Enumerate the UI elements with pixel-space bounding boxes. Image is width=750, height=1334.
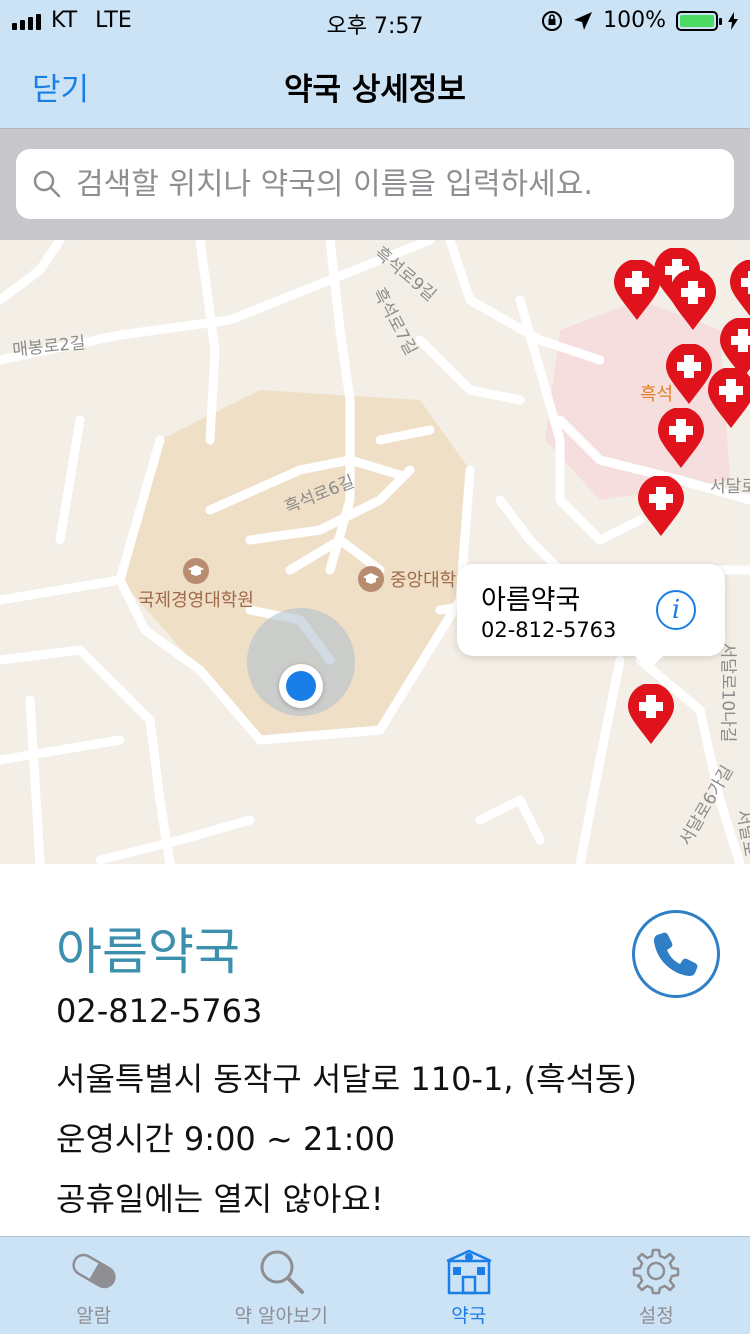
phone-icon xyxy=(654,932,698,976)
tab-drug-search[interactable]: 약 알아보기 xyxy=(188,1237,376,1334)
rotation-lock-icon xyxy=(542,10,563,31)
search-box[interactable] xyxy=(16,149,734,219)
poi-university[interactable]: 중앙대학 xyxy=(358,566,456,592)
call-button[interactable] xyxy=(632,910,720,998)
tab-label: 약 알아보기 xyxy=(234,1305,328,1327)
pharmacy-holiday-note: 공휴일에는 열지 않아요! xyxy=(56,1180,384,1218)
pharmacy-phone[interactable]: 02-812-5763 xyxy=(56,992,262,1030)
search-input[interactable] xyxy=(74,165,698,203)
pharmacy-name: 아름약국 xyxy=(56,923,240,981)
pharmacy-pin-icon[interactable] xyxy=(706,368,750,430)
poi-name: 국제경영대학원 xyxy=(138,590,254,611)
tab-label: 약국 xyxy=(451,1305,487,1327)
map-roads xyxy=(0,240,750,864)
gear-icon xyxy=(633,1248,680,1295)
info-icon[interactable]: i xyxy=(656,590,696,630)
battery-percent: 100% xyxy=(603,8,666,33)
callout-name: 아름약국 xyxy=(481,585,581,616)
tab-bar: 알람 약 알아보기 약국 설정 xyxy=(0,1236,750,1334)
road-label: 서달로 xyxy=(710,477,750,497)
status-bar: KT LTE 오후 7:57 100% xyxy=(0,0,750,40)
graduation-cap-icon xyxy=(358,566,384,592)
tab-alarm[interactable]: 알람 xyxy=(0,1237,188,1334)
tab-label: 알람 xyxy=(76,1305,112,1327)
charging-icon xyxy=(728,11,738,30)
pharmacy-details: 아름약국 02-812-5763 서울특별시 동작구 서달로 110-1, (흑… xyxy=(0,864,750,1236)
poi-name: 중앙대학 xyxy=(390,570,457,591)
user-location-dot xyxy=(279,664,323,708)
map-view[interactable]: 매봉로2길 흑석로9길 흑석로7길 흑석로6길 서달로 서달로10나길 서달로6… xyxy=(0,240,750,864)
top-bar: KT LTE 오후 7:57 100% 닫기 약국 상세정보 xyxy=(0,0,750,128)
callout-phone: 02-812-5763 xyxy=(481,618,617,642)
pharmacy-icon xyxy=(446,1249,492,1295)
pill-icon xyxy=(72,1253,116,1289)
graduation-cap-icon xyxy=(182,558,209,584)
selected-pharmacy-pin-icon[interactable] xyxy=(626,684,676,746)
pharmacy-hours: 운영시간 9:00 ~ 21:00 xyxy=(56,1120,396,1158)
search-icon xyxy=(33,170,61,198)
search-bar-container xyxy=(0,128,750,240)
pharmacy-pin-icon[interactable] xyxy=(636,476,686,538)
pharmacy-address: 서울특별시 동작구 서달로 110-1, (흑석동) xyxy=(56,1060,637,1098)
location-arrow-icon xyxy=(574,11,593,30)
tab-label: 설정 xyxy=(638,1305,674,1327)
road-label: 서달로10나길 xyxy=(717,642,738,743)
pharmacy-callout[interactable]: 아름약국 02-812-5763 i xyxy=(457,564,725,670)
pharmacy-pin-icon[interactable] xyxy=(656,408,706,470)
search-icon xyxy=(260,1250,305,1294)
tab-pharmacy[interactable]: 약국 xyxy=(375,1237,563,1334)
tab-settings[interactable]: 설정 xyxy=(563,1237,750,1334)
page-title: 약국 상세정보 xyxy=(284,72,466,108)
battery-icon xyxy=(676,10,722,31)
pharmacy-pin-icon[interactable] xyxy=(668,270,718,332)
poi-graduate-school[interactable]: 국제경영대학원 xyxy=(138,558,254,612)
pharmacy-pin-icon[interactable] xyxy=(728,260,750,322)
